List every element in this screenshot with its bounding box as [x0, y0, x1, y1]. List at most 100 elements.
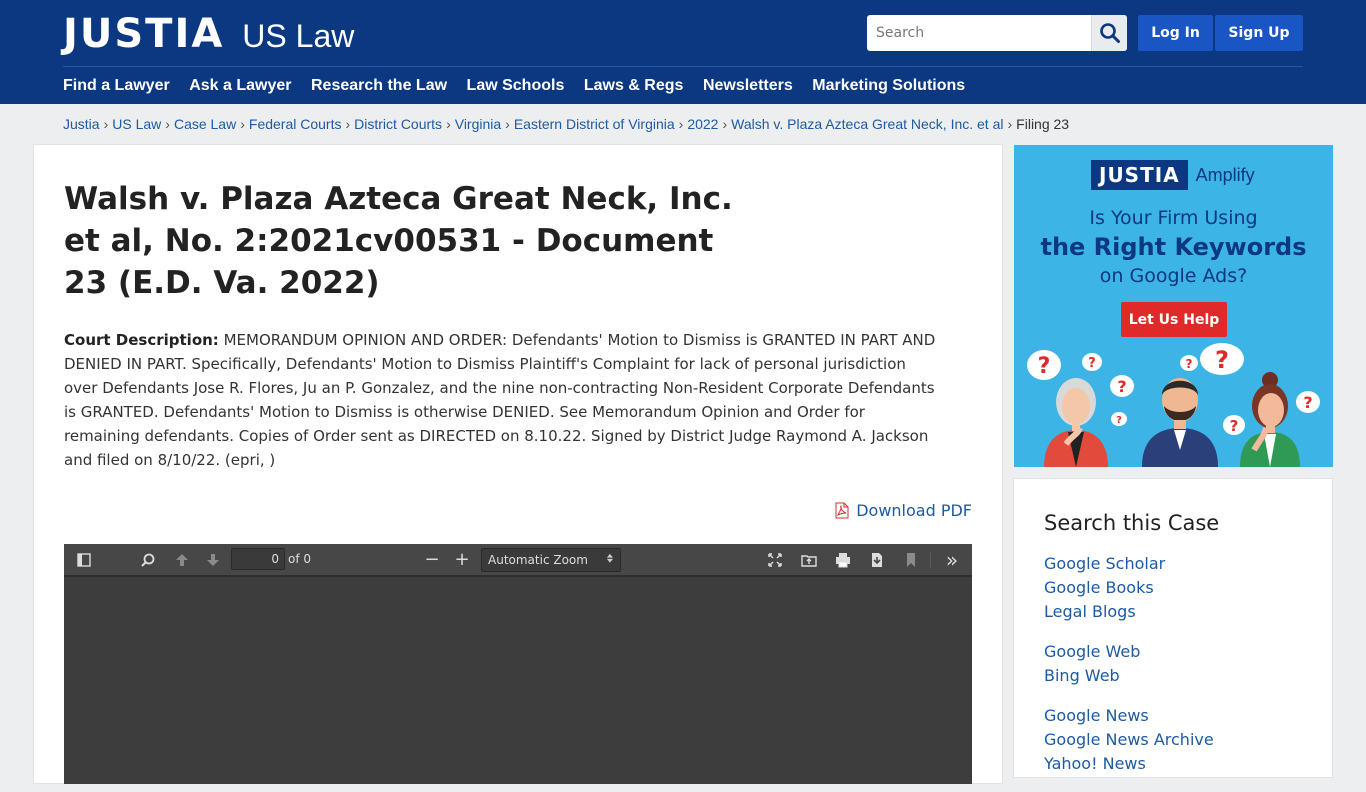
presentation-mode-icon[interactable] — [764, 550, 786, 570]
ad-illustration: ? ? ? ? ? ? ? ? — [1027, 343, 1320, 467]
ad-question-mark: ? — [1116, 415, 1122, 426]
zoom-out-symbol: − — [424, 549, 440, 570]
header-divider — [63, 66, 1303, 67]
pdf-viewer-body[interactable] — [64, 577, 972, 784]
justia-amplify-ad[interactable]: JUSTIA Amplify Is Your Firm Using the Ri… — [1014, 145, 1333, 467]
breadcrumb-link[interactable]: Federal Courts — [249, 116, 342, 132]
page-count: of 0 — [288, 552, 312, 566]
breadcrumb-current: Filing 23 — [1016, 116, 1070, 132]
link-bing-web[interactable]: Bing Web — [1044, 664, 1214, 688]
breadcrumb: Justia › US Law › Case Law › Federal Courts › Di… — [63, 115, 1069, 133]
ad-question-mark: ? — [1186, 357, 1193, 371]
ad-headline-1: Is Your Firm Using — [1089, 207, 1258, 229]
link-google-news[interactable]: Google News — [1044, 704, 1214, 728]
main-content: Walsh v. Plaza Azteca Great Neck, Inc. e… — [33, 144, 1003, 784]
ad-logo: JUSTIA Amplify — [1091, 160, 1255, 190]
ad-headline-3: on Google Ads? — [1099, 265, 1248, 287]
ad-cta-button[interactable]: Let Us Help — [1121, 302, 1227, 337]
breadcrumb-separator: › — [240, 116, 245, 132]
logo-main-text: JUSTIA — [63, 11, 225, 57]
link-google-books[interactable]: Google Books — [1044, 576, 1214, 600]
nav-newsletters[interactable]: Newsletters — [703, 74, 793, 98]
breadcrumb-separator: › — [722, 116, 728, 132]
zoom-select[interactable]: Automatic Zoom ▲ ▼ — [481, 548, 621, 572]
previous-page-icon[interactable] — [171, 550, 193, 570]
login-button[interactable]: Log In — [1138, 15, 1213, 51]
breadcrumb-separator: › — [678, 116, 684, 132]
sidebar-toggle-icon[interactable] — [73, 550, 95, 570]
toolbar-separator — [930, 552, 931, 568]
breadcrumb-separator: › — [446, 116, 451, 132]
breadcrumb-link[interactable]: Virginia — [455, 116, 501, 132]
page-number-input[interactable] — [231, 548, 285, 570]
search-input[interactable] — [867, 15, 1091, 51]
tools-icon[interactable]: » — [941, 550, 963, 570]
nav-research-the-law[interactable]: Research the Law — [311, 74, 447, 98]
print-icon[interactable] — [832, 550, 854, 570]
next-page-icon[interactable] — [202, 550, 224, 570]
ad-question-mark: ? — [1038, 354, 1051, 379]
link-group: Google Scholar Google Books Legal Blogs — [1044, 552, 1214, 624]
court-description: Court Description: MEMORANDUM OPINION AN… — [64, 328, 944, 472]
nav-ask-a-lawyer[interactable]: Ask a Lawyer — [189, 74, 291, 98]
logo-sub-text: US Law — [242, 18, 355, 54]
main-nav: Find a Lawyer Ask a Lawyer Research the … — [63, 74, 985, 98]
breadcrumb-separator: › — [1007, 116, 1013, 132]
breadcrumb-link[interactable]: District Courts — [354, 116, 442, 132]
breadcrumb-link[interactable]: US Law — [112, 116, 161, 132]
ad-question-mark: ? — [1088, 356, 1096, 371]
pdf-toolbar: of 0 − + Automatic Zoom ▲▼ — [64, 544, 972, 576]
ad-logo-justia: JUSTIA — [1091, 160, 1188, 190]
link-legal-blogs[interactable]: Legal Blogs — [1044, 600, 1214, 624]
nav-find-a-lawyer[interactable]: Find a Lawyer — [63, 74, 170, 98]
search-this-case-title: Search this Case — [1044, 511, 1220, 535]
bookmark-icon[interactable] — [900, 550, 922, 570]
court-description-label: Court Description: — [64, 331, 219, 349]
breadcrumb-separator: › — [505, 116, 510, 132]
zoom-out-icon[interactable]: − — [421, 550, 443, 570]
link-google-scholar[interactable]: Google Scholar — [1044, 552, 1214, 576]
ad-question-mark: ? — [1215, 346, 1229, 374]
nav-marketing-solutions[interactable]: Marketing Solutions — [812, 74, 965, 98]
search-icon — [1099, 23, 1120, 43]
ad-logo-amplify: Amplify — [1195, 164, 1255, 185]
link-google-web[interactable]: Google Web — [1044, 640, 1214, 664]
select-arrows-icon: ▲ ▼ — [606, 553, 613, 564]
pdf-icon — [835, 502, 849, 519]
signup-button[interactable]: Sign Up — [1215, 15, 1303, 51]
search-this-case-links: Google Scholar Google Books Legal Blogs … — [1044, 552, 1214, 792]
zoom-select-value: Automatic Zoom — [488, 553, 588, 567]
breadcrumb-separator: › — [103, 116, 109, 132]
download-pdf-link[interactable]: Download PDF — [834, 501, 972, 520]
ad-question-mark: ? — [1117, 377, 1126, 396]
breadcrumb-link[interactable]: Justia — [63, 116, 100, 132]
download-pdf-label: Download PDF — [856, 501, 972, 520]
breadcrumb-link[interactable]: Eastern District of Virginia — [514, 116, 675, 132]
breadcrumb-link[interactable]: Case Law — [174, 116, 236, 132]
link-group: Google News Google News Archive Yahoo! N… — [1044, 704, 1214, 776]
search-box — [867, 15, 1127, 51]
site-header: JUSTIA US Law Log In Sign Up Find a Lawy… — [0, 0, 1366, 104]
link-group: Google Web Bing Web — [1044, 640, 1214, 688]
link-yahoo-news[interactable]: Yahoo! News — [1044, 752, 1214, 776]
search-button[interactable] — [1091, 15, 1127, 51]
nav-laws-and-regs[interactable]: Laws & Regs — [584, 74, 684, 98]
zoom-in-icon[interactable]: + — [451, 550, 473, 570]
search-icon[interactable] — [137, 550, 159, 570]
search-this-case-panel: Search this Case Google Scholar Google B… — [1013, 478, 1333, 778]
pdf-viewer: of 0 − + Automatic Zoom ▲▼ — [64, 544, 972, 784]
open-file-icon[interactable] — [798, 550, 820, 570]
download-icon[interactable] — [866, 550, 888, 570]
breadcrumb-link[interactable]: 2022 — [687, 116, 718, 132]
breadcrumb-link[interactable]: Walsh v. Plaza Azteca Great Neck, Inc. e… — [731, 116, 1003, 132]
ad-question-mark: ? — [1230, 417, 1239, 435]
tools-symbol: » — [945, 548, 959, 572]
page-title: Walsh v. Plaza Azteca Great Neck, Inc. e… — [64, 181, 733, 301]
court-description-text: MEMORANDUM OPINION AND ORDER: Defendants… — [64, 331, 936, 469]
ad-question-mark: ? — [1303, 393, 1312, 412]
nav-law-schools[interactable]: Law Schools — [467, 74, 565, 98]
justia-logo[interactable]: JUSTIA US Law — [63, 12, 354, 56]
breadcrumb-separator: › — [345, 116, 351, 132]
link-google-news-archive[interactable]: Google News Archive — [1044, 728, 1214, 752]
ad-headline-2: the Right Keywords — [1040, 233, 1307, 261]
